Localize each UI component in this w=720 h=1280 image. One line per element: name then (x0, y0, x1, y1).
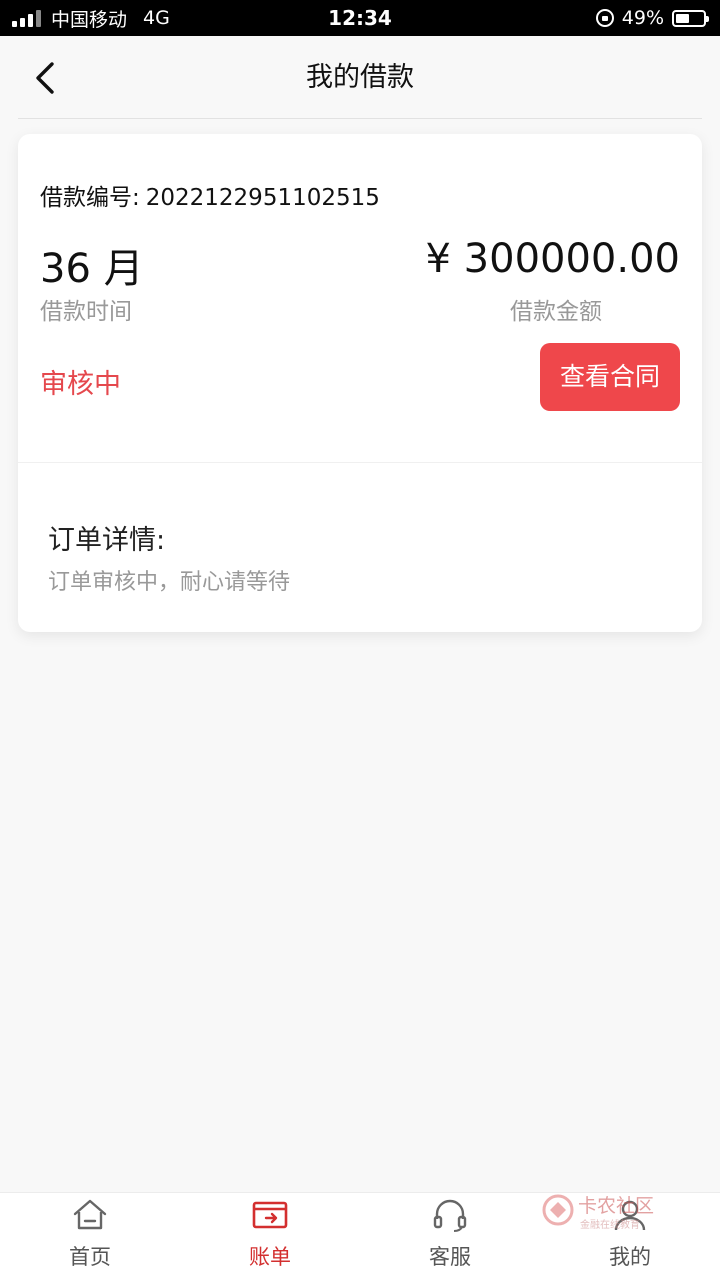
view-contract-button[interactable]: 查看合同 (540, 343, 680, 411)
loan-number-label: 借款编号: (40, 185, 140, 211)
nav-label-home: 首页 (69, 1245, 111, 1269)
loan-amount-label: 借款金额 (510, 299, 602, 325)
nav-item-service[interactable]: 客服 (360, 1193, 540, 1280)
loan-term-label: 借款时间 (40, 299, 132, 325)
page-header: 我的借款 (0, 36, 720, 120)
loan-amount-value: ¥ 300000.00 (425, 236, 680, 282)
battery-fill (676, 13, 689, 23)
loan-number-value: 2022122951102515 (145, 185, 380, 211)
watermark-logo-icon: 卡农社区 金融在线教育 (542, 1194, 654, 1231)
battery-percent: 49% (621, 7, 664, 29)
order-detail-text: 订单审核中，耐心请等待 (48, 570, 291, 595)
bill-icon (252, 1201, 288, 1229)
loan-card: 借款编号: 2022122951102515 36 月 借款时间 ¥ 300000… (18, 134, 702, 632)
battery-icon (672, 9, 709, 27)
loan-status: 审核中 (40, 369, 121, 400)
status-bar: 中国移动 4G 12:34 49% (0, 0, 720, 36)
svg-text:卡农社区: 卡农社区 (578, 1195, 654, 1217)
watermark-logo: 卡农社区 金融在线教育 (538, 1188, 668, 1236)
card-divider (18, 462, 702, 463)
nav-label-service: 客服 (429, 1245, 471, 1269)
header-divider (18, 118, 702, 119)
svg-text:金融在线教育: 金融在线教育 (580, 1218, 640, 1231)
headset-icon (433, 1199, 467, 1232)
nav-label-bill: 账单 (249, 1245, 291, 1269)
nav-item-home[interactable]: 首页 (0, 1193, 180, 1280)
loan-number: 借款编号: 2022122951102515 (40, 178, 380, 212)
order-detail-title: 订单详情: (48, 525, 166, 556)
page-title: 我的借款 (306, 62, 414, 93)
status-bar-right: 49% (595, 0, 709, 36)
rotation-lock-icon (595, 9, 614, 27)
loan-term-value: 36 月 (40, 246, 144, 292)
nav-label-mine: 我的 (609, 1245, 651, 1269)
nav-item-bill[interactable]: 账单 (180, 1193, 360, 1280)
home-icon (73, 1199, 107, 1230)
